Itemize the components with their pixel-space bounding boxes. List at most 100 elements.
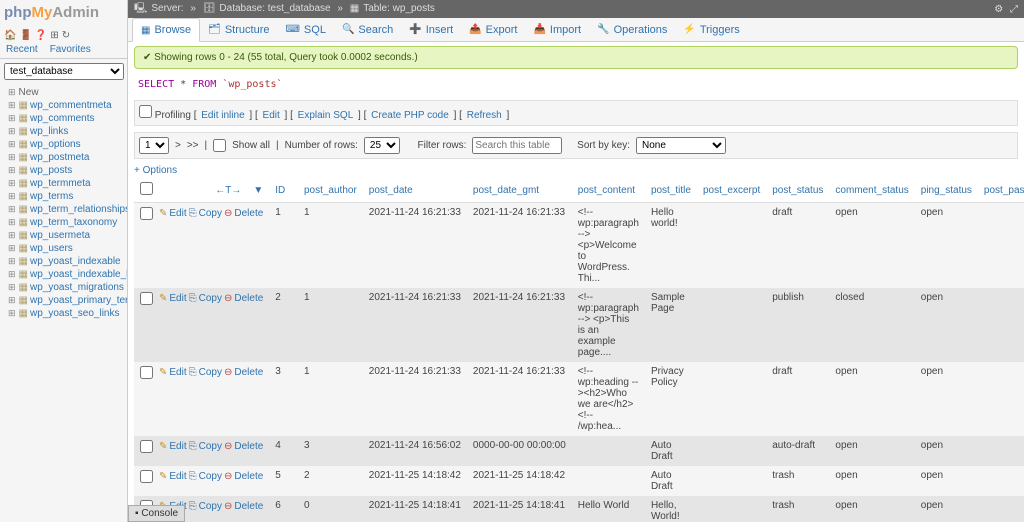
row-checkbox[interactable] bbox=[140, 440, 153, 453]
tab-search[interactable]: 🔍Search bbox=[334, 18, 401, 41]
copy-button[interactable]: Copy bbox=[199, 441, 222, 452]
console-toggle[interactable]: ▪ Console bbox=[128, 505, 185, 522]
edit-icon: ✎ bbox=[159, 367, 167, 378]
tree-new[interactable]: ⊞New bbox=[0, 86, 127, 99]
cell-date: 2021-11-24 16:56:02 bbox=[363, 436, 467, 466]
tree-item-wp_comments[interactable]: ⊞▦wp_comments bbox=[0, 112, 127, 125]
rows-select[interactable]: 25 bbox=[364, 137, 400, 154]
row-checkbox[interactable] bbox=[140, 292, 153, 305]
tree-item-wp_yoast_indexable_hierarchy[interactable]: ⊞▦wp_yoast_indexable_hierarchy bbox=[0, 268, 127, 281]
tree-item-wp_termmeta[interactable]: ⊞▦wp_termmeta bbox=[0, 177, 127, 190]
delete-button[interactable]: Delete bbox=[234, 501, 263, 512]
settings-icon[interactable]: ⚙ bbox=[994, 4, 1003, 15]
tab-recent[interactable]: Recent bbox=[0, 41, 44, 58]
tab-structure[interactable]: 🗂Structure bbox=[200, 18, 277, 41]
expand-icon[interactable]: ⤢ bbox=[1010, 4, 1018, 15]
cell-cstatus: open bbox=[829, 203, 914, 289]
tree-item-wp_terms[interactable]: ⊞▦wp_terms bbox=[0, 190, 127, 203]
col-post_excerpt[interactable]: post_excerpt bbox=[697, 178, 766, 203]
tree-item-wp_term_relationships[interactable]: ⊞▦wp_term_relationships bbox=[0, 203, 127, 216]
tab-insert[interactable]: ➕Insert bbox=[401, 18, 461, 41]
edit-button[interactable]: Edit bbox=[169, 471, 186, 482]
copy-button[interactable]: Copy bbox=[199, 367, 222, 378]
tab-triggers[interactable]: ⚡Triggers bbox=[675, 18, 747, 41]
copy-icon: ⎘ bbox=[189, 208, 197, 219]
edit-button[interactable]: Edit bbox=[169, 293, 186, 304]
delete-icon: ⊖ bbox=[224, 293, 232, 304]
delete-button[interactable]: Delete bbox=[234, 293, 263, 304]
filter-input[interactable] bbox=[472, 137, 562, 154]
showall-checkbox[interactable] bbox=[213, 139, 226, 152]
col-post_date[interactable]: post_date bbox=[363, 178, 467, 203]
cell-content: <!-- wp:paragraph --> <p>This is an exam… bbox=[572, 288, 645, 362]
tab-operations[interactable]: 🔧Operations bbox=[589, 18, 675, 41]
tab-favorites[interactable]: Favorites bbox=[44, 41, 97, 58]
sql-icon[interactable]: ⊞ bbox=[50, 30, 58, 41]
tree-item-wp_options[interactable]: ⊞▦wp_options bbox=[0, 138, 127, 151]
sort-indicator[interactable]: ▼ bbox=[247, 178, 269, 203]
profiling-checkbox[interactable] bbox=[139, 105, 152, 118]
edit-link[interactable]: Edit bbox=[263, 110, 280, 121]
tree-item-wp_links[interactable]: ⊞▦wp_links bbox=[0, 125, 127, 138]
tree-item-wp_usermeta[interactable]: ⊞▦wp_usermeta bbox=[0, 229, 127, 242]
explain-link[interactable]: Explain SQL bbox=[298, 110, 354, 121]
tab-browse[interactable]: ▦Browse bbox=[132, 18, 200, 42]
home-icon[interactable]: 🏠 bbox=[4, 30, 16, 41]
tree-item-wp_yoast_indexable[interactable]: ⊞▦wp_yoast_indexable bbox=[0, 255, 127, 268]
tree-item-wp_term_taxonomy[interactable]: ⊞▦wp_term_taxonomy bbox=[0, 216, 127, 229]
last-page[interactable]: >> bbox=[187, 140, 199, 151]
edit-inline-link[interactable]: Edit inline bbox=[201, 110, 244, 121]
edit-button[interactable]: Edit bbox=[169, 367, 186, 378]
next-page[interactable]: > bbox=[175, 140, 181, 151]
logout-icon[interactable]: 🚪 bbox=[19, 30, 31, 41]
col-ping_status[interactable]: ping_status bbox=[915, 178, 978, 203]
tree-item-wp_yoast_primary_term[interactable]: ⊞▦wp_yoast_primary_term bbox=[0, 294, 127, 307]
tab-sql[interactable]: ⌨SQL bbox=[277, 18, 333, 41]
select-all[interactable] bbox=[140, 182, 153, 195]
php-code-link[interactable]: Create PHP code bbox=[371, 110, 449, 121]
tree-item-wp_postmeta[interactable]: ⊞▦wp_postmeta bbox=[0, 151, 127, 164]
delete-button[interactable]: Delete bbox=[234, 441, 263, 452]
row-checkbox[interactable] bbox=[140, 366, 153, 379]
col-post_password[interactable]: post_password bbox=[978, 178, 1024, 203]
delete-button[interactable]: Delete bbox=[234, 208, 263, 219]
refresh-link[interactable]: Refresh bbox=[467, 110, 502, 121]
cell-excerpt bbox=[697, 362, 766, 436]
cell-id: 5 bbox=[269, 466, 298, 496]
main: 🖳Server: » 🗄Database: test_database » ▦T… bbox=[128, 0, 1024, 522]
delete-button[interactable]: Delete bbox=[234, 367, 263, 378]
database-select[interactable]: test_database bbox=[4, 63, 124, 80]
col-comment_status[interactable]: comment_status bbox=[829, 178, 914, 203]
col-post_title[interactable]: post_title bbox=[645, 178, 697, 203]
col-post_author[interactable]: post_author bbox=[298, 178, 363, 203]
page-select[interactable]: 1 bbox=[139, 137, 169, 154]
edit-button[interactable]: Edit bbox=[169, 441, 186, 452]
cell-date-gmt: 2021-11-24 16:21:33 bbox=[467, 203, 572, 289]
col-post_date_gmt[interactable]: post_date_gmt bbox=[467, 178, 572, 203]
tab-import[interactable]: 📥Import bbox=[525, 18, 589, 41]
delete-icon: ⊖ bbox=[224, 367, 232, 378]
sortby-select[interactable]: None bbox=[636, 137, 726, 154]
options-link[interactable]: + Options bbox=[134, 165, 177, 176]
tree-item-wp_users[interactable]: ⊞▦wp_users bbox=[0, 242, 127, 255]
reload-icon[interactable]: ↻ bbox=[62, 30, 70, 41]
col-post_status[interactable]: post_status bbox=[766, 178, 829, 203]
row-checkbox[interactable] bbox=[140, 207, 153, 220]
copy-button[interactable]: Copy bbox=[199, 501, 222, 512]
tree-item-wp_commentmeta[interactable]: ⊞▦wp_commentmeta bbox=[0, 99, 127, 112]
docs-icon[interactable]: ❓ bbox=[35, 30, 47, 41]
logo[interactable]: phpMyAdmin bbox=[0, 0, 127, 30]
tab-export[interactable]: 📤Export bbox=[461, 18, 525, 41]
copy-button[interactable]: Copy bbox=[199, 293, 222, 304]
edit-button[interactable]: Edit bbox=[169, 208, 186, 219]
table-icon: ▦ bbox=[19, 295, 28, 306]
tree-item-wp_posts[interactable]: ⊞▦wp_posts bbox=[0, 164, 127, 177]
col-post_content[interactable]: post_content bbox=[572, 178, 645, 203]
tree-item-wp_yoast_seo_links[interactable]: ⊞▦wp_yoast_seo_links bbox=[0, 307, 127, 320]
delete-button[interactable]: Delete bbox=[234, 471, 263, 482]
copy-button[interactable]: Copy bbox=[199, 471, 222, 482]
row-checkbox[interactable] bbox=[140, 470, 153, 483]
col-ID[interactable]: ID bbox=[269, 178, 298, 203]
tree-item-wp_yoast_migrations[interactable]: ⊞▦wp_yoast_migrations bbox=[0, 281, 127, 294]
copy-button[interactable]: Copy bbox=[199, 208, 222, 219]
